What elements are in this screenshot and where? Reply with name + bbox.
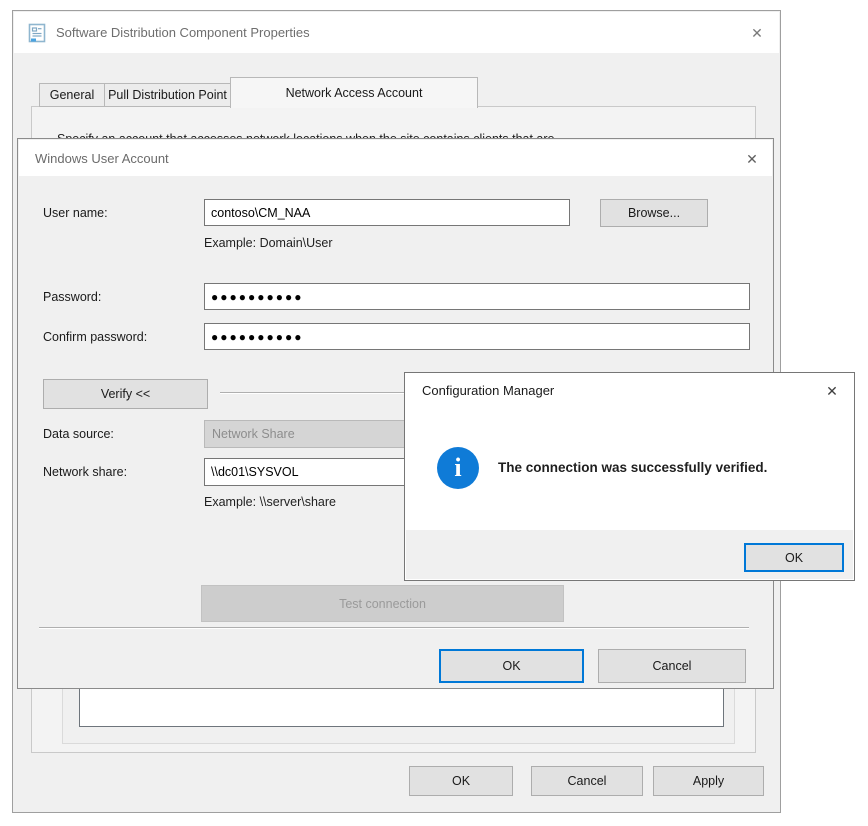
account-ok-button[interactable]: OK	[439, 649, 584, 683]
password-label: Password:	[43, 290, 101, 304]
account-ok-label: OK	[502, 659, 520, 673]
msgbox-ok-button[interactable]: OK	[744, 543, 844, 572]
password-input[interactable]	[204, 283, 750, 310]
account-close-icon[interactable]: ✕	[735, 152, 769, 166]
tab-general-label: General	[50, 88, 94, 102]
account-titlebar: Windows User Account ✕	[19, 140, 772, 176]
properties-title: Software Distribution Component Properti…	[56, 25, 310, 40]
footer-divider	[39, 627, 749, 629]
user-name-label: User name:	[43, 206, 108, 220]
network-share-label: Network share:	[43, 465, 127, 479]
confirm-password-input[interactable]	[204, 323, 750, 350]
info-icon-glyph: i	[454, 453, 461, 483]
msgbox-ok-label: OK	[785, 551, 803, 565]
properties-titlebar: Software Distribution Component Properti…	[14, 12, 779, 53]
configuration-manager-msgbox: Configuration Manager ✕ i The connection…	[404, 372, 855, 581]
properties-app-icon	[27, 23, 47, 43]
data-source-value: Network Share	[212, 427, 295, 441]
confirm-password-label: Confirm password:	[43, 330, 147, 344]
user-name-example: Example: Domain\User	[204, 236, 333, 250]
msgbox-titlebar: Configuration Manager ✕	[406, 374, 853, 406]
screenshot-root: Software Distribution Component Properti…	[0, 0, 868, 826]
verify-label: Verify <<	[101, 387, 150, 401]
properties-cancel-label: Cancel	[568, 774, 607, 788]
properties-apply-button[interactable]: Apply	[653, 766, 764, 796]
properties-close-icon[interactable]: ✕	[740, 26, 774, 40]
account-cancel-label: Cancel	[653, 659, 692, 673]
account-dialog-title: Windows User Account	[35, 151, 169, 166]
tab-pull-distribution-point-label: Pull Distribution Point	[108, 88, 227, 102]
tab-general[interactable]: General	[39, 83, 105, 107]
verify-button[interactable]: Verify <<	[43, 379, 208, 409]
tab-pull-distribution-point[interactable]: Pull Distribution Point	[104, 83, 231, 107]
properties-ok-button[interactable]: OK	[409, 766, 513, 796]
browse-label: Browse...	[628, 206, 680, 220]
msgbox-close-icon[interactable]: ✕	[815, 384, 849, 398]
msgbox-title: Configuration Manager	[422, 383, 554, 398]
msgbox-footer: OK	[406, 530, 853, 579]
data-source-label: Data source:	[43, 427, 114, 441]
test-connection-label: Test connection	[339, 597, 426, 611]
tab-network-access-account-label: Network Access Account	[286, 86, 423, 100]
network-share-example: Example: \\server\share	[204, 495, 336, 509]
test-connection-button[interactable]: Test connection	[201, 585, 564, 622]
browse-button[interactable]: Browse...	[600, 199, 708, 227]
properties-cancel-button[interactable]: Cancel	[531, 766, 643, 796]
tab-network-access-account[interactable]: Network Access Account	[230, 77, 478, 108]
info-icon: i	[437, 447, 479, 489]
properties-ok-label: OK	[452, 774, 470, 788]
msgbox-message: The connection was successfully verified…	[498, 460, 767, 475]
account-cancel-button[interactable]: Cancel	[598, 649, 746, 683]
properties-apply-label: Apply	[693, 774, 724, 788]
user-name-input[interactable]	[204, 199, 570, 226]
